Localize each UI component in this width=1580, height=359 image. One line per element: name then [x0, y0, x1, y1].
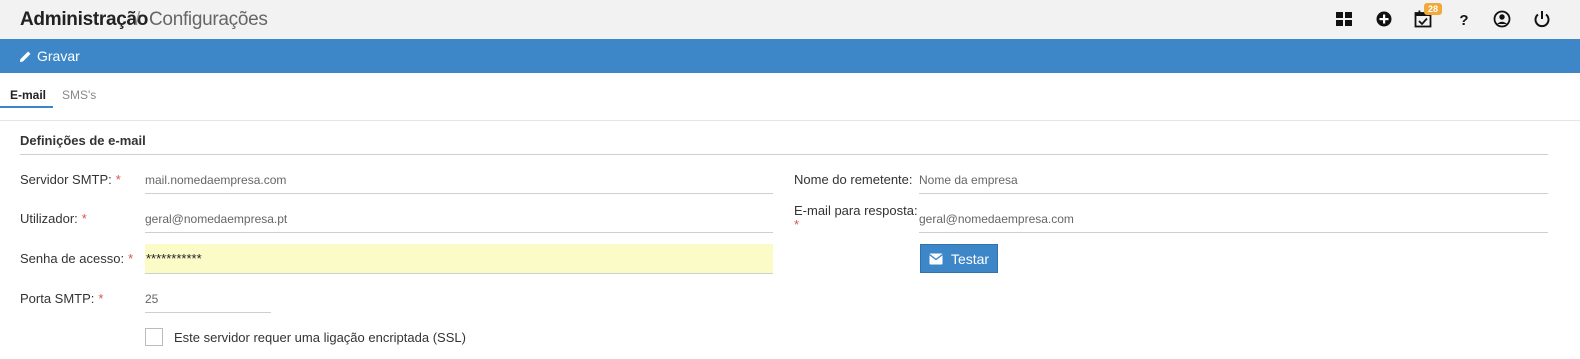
breadcrumb-admin[interactable]: Administração: [20, 9, 148, 31]
active-tab-indicator: [0, 106, 53, 108]
calendar-badge: 28: [1424, 3, 1443, 15]
sender-name-input[interactable]: [919, 166, 1548, 194]
smtp-port-input[interactable]: [145, 285, 271, 313]
smtp-server-input[interactable]: [145, 166, 773, 194]
smtp-server-label: Servidor SMTP: *: [20, 172, 121, 187]
reply-email-label: E-mail para resposta: *: [794, 203, 918, 232]
required-marker: *: [115, 172, 121, 187]
user-icon[interactable]: [1493, 10, 1511, 28]
section-title: Definições de e-mail: [20, 133, 146, 148]
tab-bar: E-mail SMS's: [0, 73, 1580, 121]
password-input[interactable]: [145, 244, 773, 274]
reply-email-input[interactable]: [919, 205, 1548, 233]
username-input[interactable]: [145, 205, 773, 233]
sender-name-label: Nome do remetente:: [794, 172, 913, 187]
password-label: Senha de acesso: *: [20, 251, 134, 266]
save-button[interactable]: Gravar: [19, 48, 80, 64]
pencil-icon: [19, 50, 31, 62]
add-circle-icon[interactable]: [1375, 10, 1393, 28]
section-divider: [20, 154, 1548, 155]
action-bar: Gravar: [0, 39, 1580, 73]
dashboard-icon[interactable]: [1335, 10, 1353, 28]
test-button[interactable]: Testar: [920, 244, 998, 273]
top-bar: Administração / Configurações 28 ?: [0, 0, 1580, 39]
save-button-label: Gravar: [37, 48, 80, 64]
smtp-port-label: Porta SMTP: *: [20, 291, 104, 306]
page-title: Configurações: [149, 9, 268, 30]
required-marker: *: [81, 211, 87, 226]
tab-sms[interactable]: SMS's: [62, 88, 96, 102]
envelope-icon: [929, 253, 943, 264]
required-marker: *: [98, 291, 104, 306]
required-marker: *: [128, 251, 134, 266]
ssl-checkbox-label[interactable]: Este servidor requer uma ligação encript…: [174, 330, 466, 345]
test-button-label: Testar: [950, 250, 990, 267]
required-marker: *: [794, 217, 800, 232]
help-icon[interactable]: ?: [1455, 10, 1473, 28]
ssl-checkbox[interactable]: [145, 328, 163, 346]
tab-email[interactable]: E-mail: [10, 88, 46, 102]
svg-text:?: ?: [1459, 12, 1468, 28]
breadcrumb-separator: /: [135, 9, 141, 30]
username-label: Utilizador: *: [20, 211, 87, 226]
power-icon[interactable]: [1533, 10, 1551, 28]
